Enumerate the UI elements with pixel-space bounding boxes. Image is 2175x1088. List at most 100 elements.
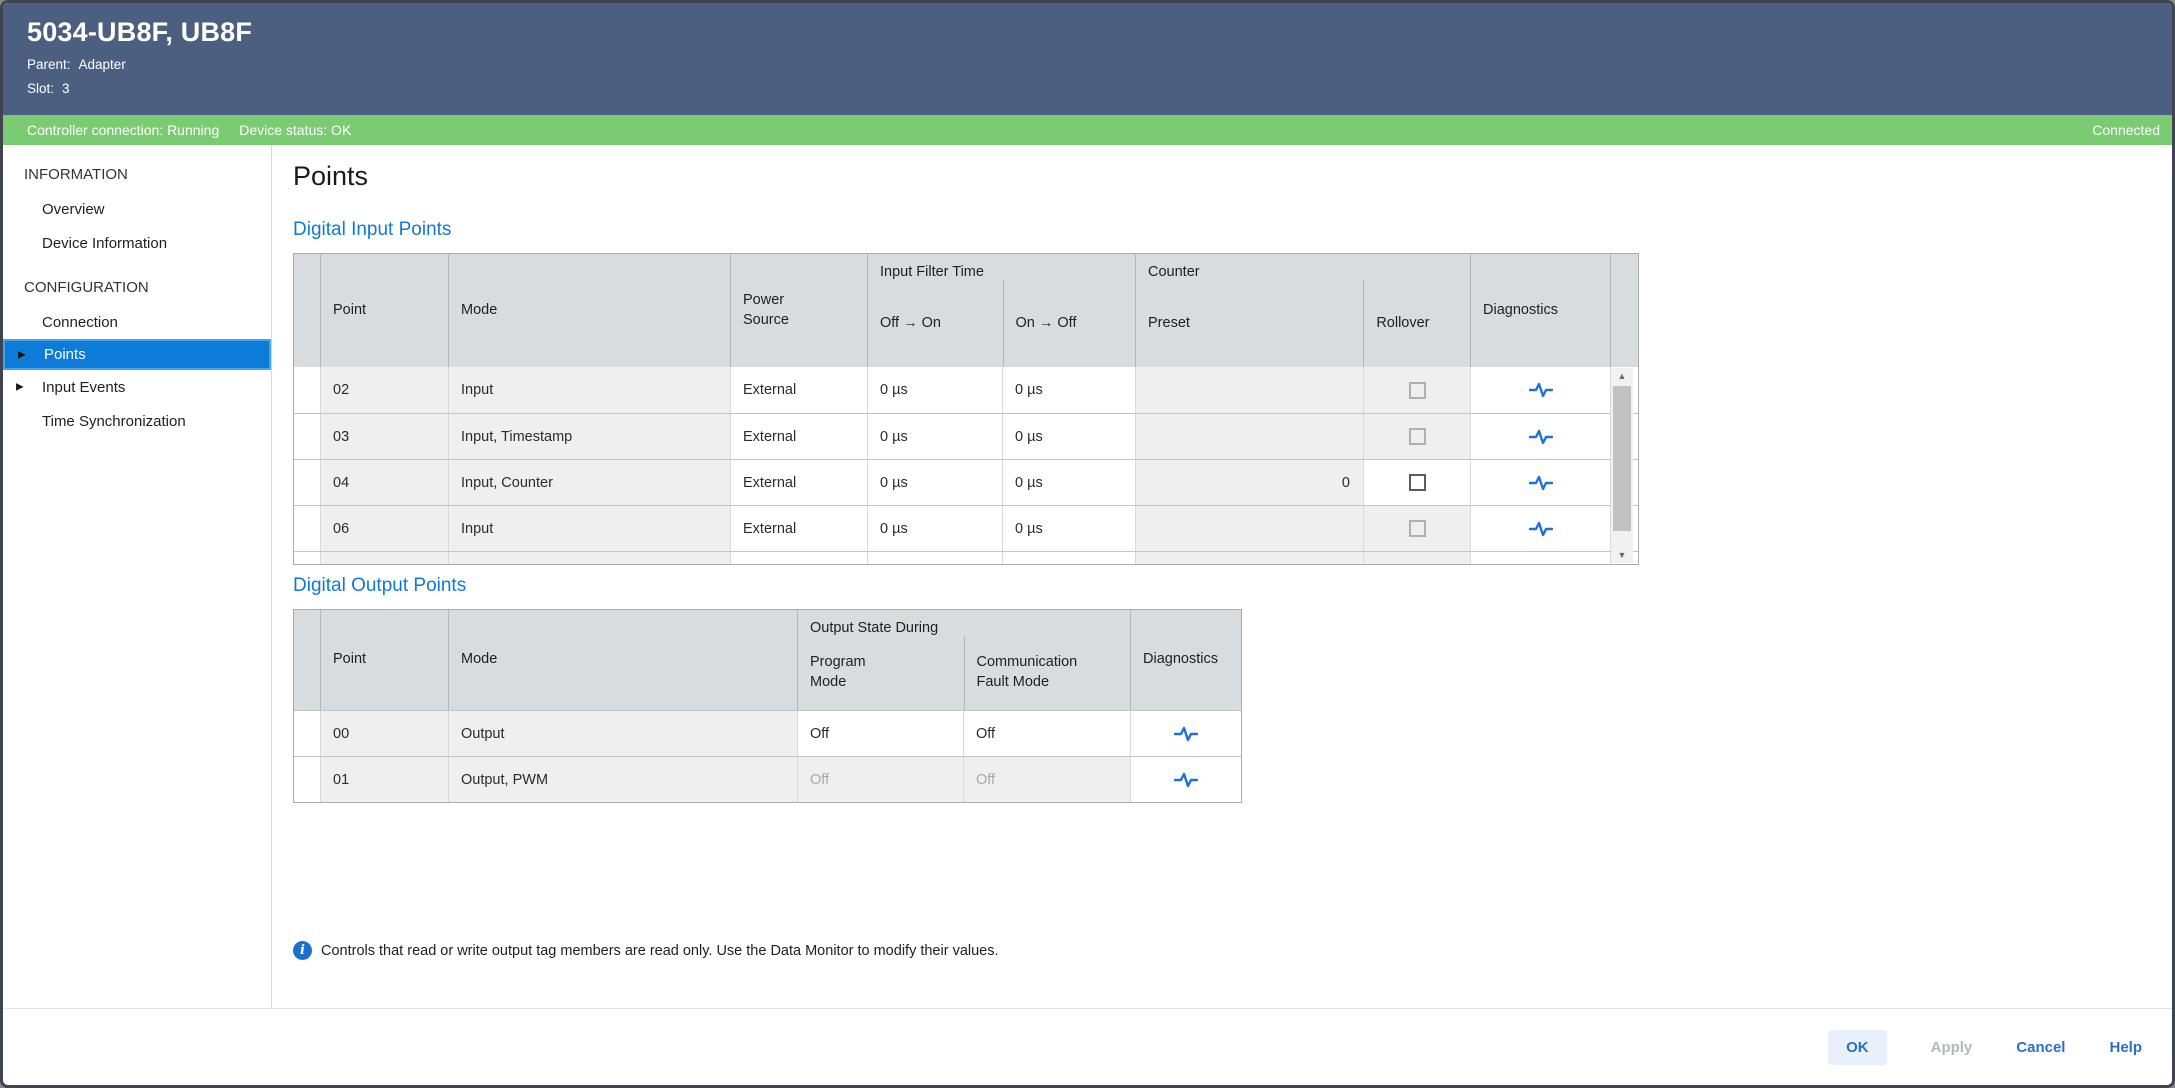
- table-row: 06 Input External 0 µs 0 µs: [294, 505, 1638, 551]
- sidebar-item-label: Connection: [42, 314, 118, 331]
- expand-arrow-icon[interactable]: ▶: [18, 349, 26, 360]
- off-on-cell[interactable]: 0 µs: [868, 552, 1003, 564]
- diagnostics-cell[interactable]: [1471, 414, 1611, 459]
- cancel-button[interactable]: Cancel: [2016, 1039, 2065, 1056]
- off-on-cell[interactable]: 0 µs: [868, 460, 1003, 505]
- diagnostics-cell[interactable]: [1131, 711, 1241, 756]
- diagnostics-pulse-icon[interactable]: [1529, 380, 1553, 400]
- diagnostics-pulse-icon[interactable]: [1174, 770, 1198, 790]
- input-table-header: Point Mode Power Source Input Filter Tim…: [294, 254, 1638, 367]
- col-header-on-off: On → Off: [1004, 314, 1077, 334]
- on-off-cell[interactable]: 0 µs: [1003, 460, 1136, 505]
- scroll-down-arrow-icon[interactable]: ▼: [1611, 547, 1633, 563]
- mode-cell: Input: [449, 506, 731, 551]
- diagnostics-pulse-icon[interactable]: [1174, 724, 1198, 744]
- diagnostics-pulse-icon[interactable]: [1529, 473, 1553, 493]
- row-selector[interactable]: [294, 757, 321, 802]
- on-off-cell[interactable]: 0 µs: [1003, 367, 1136, 413]
- output-table-header: Point Mode Output State During Program M…: [294, 610, 1241, 710]
- digital-output-points-table: Point Mode Output State During Program M…: [293, 609, 1242, 803]
- sidebar-section-configuration: CONFIGURATION: [3, 270, 271, 305]
- col-header-rollover: Rollover: [1364, 314, 1429, 334]
- scrollbar-thumb[interactable]: [1613, 386, 1631, 531]
- sidebar-item-label: Points: [44, 346, 86, 363]
- scrollbar-header-spacer: [1611, 254, 1638, 367]
- preset-cell: [1136, 367, 1364, 413]
- help-button[interactable]: Help: [2109, 1039, 2142, 1056]
- col-header-mode: Mode: [449, 301, 497, 321]
- expand-arrow-icon[interactable]: ▶: [16, 382, 24, 393]
- on-off-cell[interactable]: 0 µs: [1003, 552, 1136, 564]
- preset-cell[interactable]: 0: [1136, 460, 1364, 505]
- sidebar-item-overview[interactable]: Overview: [3, 192, 271, 226]
- digital-input-points-heading[interactable]: Digital Input Points: [293, 219, 2172, 241]
- parent-label: Parent:: [27, 57, 71, 72]
- on-off-cell[interactable]: 0 µs: [1003, 506, 1136, 551]
- diagnostics-pulse-icon[interactable]: [1529, 519, 1553, 539]
- diagnostics-cell[interactable]: [1471, 460, 1611, 505]
- diagnostics-cell[interactable]: [1471, 506, 1611, 551]
- off-on-cell[interactable]: 0 µs: [868, 506, 1003, 551]
- ok-button[interactable]: OK: [1828, 1030, 1887, 1065]
- table-row: 04 Input, Counter External 0 µs 0 µs 0: [294, 459, 1638, 505]
- digital-input-points-table: Point Mode Power Source Input Filter Tim…: [293, 253, 1639, 565]
- off-on-cell[interactable]: 0 µs: [868, 367, 1003, 413]
- table-row: 00 Output Off Off: [294, 710, 1241, 756]
- rollover-checkbox: [1409, 520, 1426, 537]
- point-cell: 07: [321, 552, 449, 564]
- rollover-cell: [1364, 414, 1471, 459]
- diagnostics-pulse-icon[interactable]: [1529, 427, 1553, 447]
- sidebar-item-connection[interactable]: Connection: [3, 305, 271, 339]
- col-header-program-mode: Program Mode: [798, 653, 872, 692]
- diagnostics-cell[interactable]: [1131, 757, 1241, 802]
- rollover-cell: [1364, 506, 1471, 551]
- col-header-mode: Mode: [449, 650, 497, 670]
- device-status: Device status: OK: [239, 122, 351, 138]
- col-group-input-filter-time: Input Filter Time: [868, 254, 1135, 280]
- table-row: 03 Input, Timestamp External 0 µs 0 µs: [294, 413, 1638, 459]
- point-cell: 01: [321, 757, 449, 802]
- controller-connection-status: Controller connection: Running: [27, 122, 219, 138]
- point-cell: 04: [321, 460, 449, 505]
- sidebar-item-label: Input Events: [42, 379, 125, 396]
- row-selector[interactable]: [294, 414, 321, 459]
- preset-cell: [1136, 506, 1364, 551]
- col-header-preset: Preset: [1136, 314, 1190, 334]
- row-selector[interactable]: [294, 506, 321, 551]
- col-header-diagnostics: Diagnostics: [1471, 301, 1558, 321]
- digital-output-points-heading[interactable]: Digital Output Points: [293, 575, 2172, 597]
- sidebar-item-input-events[interactable]: ▶ Input Events: [3, 370, 271, 404]
- row-selector[interactable]: [294, 460, 321, 505]
- sidebar-item-points[interactable]: ▶ Points: [3, 339, 271, 370]
- diagnostics-cell[interactable]: [1471, 367, 1611, 413]
- sidebar-item-label: Time Synchronization: [42, 413, 186, 430]
- preset-cell: [1136, 414, 1364, 459]
- sidebar-item-device-information[interactable]: Device Information: [3, 226, 271, 260]
- apply-button[interactable]: Apply: [1931, 1039, 1973, 1056]
- off-on-cell[interactable]: 0 µs: [868, 414, 1003, 459]
- sidebar-item-label: Overview: [42, 201, 105, 218]
- parent-row: Parent: Adapter: [27, 57, 2148, 72]
- program-mode-cell[interactable]: Off: [798, 711, 964, 756]
- main-content: Points Digital Input Points Point Mode P…: [272, 145, 2172, 1008]
- point-cell: 03: [321, 414, 449, 459]
- slot-label: Slot:: [27, 81, 54, 96]
- diagnostics-cell[interactable]: [1471, 552, 1611, 564]
- sidebar: INFORMATION Overview Device Information …: [3, 145, 272, 1008]
- rollover-checkbox[interactable]: [1409, 474, 1426, 491]
- slot-row: Slot: 3: [27, 81, 2148, 96]
- row-selector[interactable]: [294, 711, 321, 756]
- col-header-power-source: Power Source: [731, 291, 793, 330]
- communication-fault-mode-cell[interactable]: Off: [964, 711, 1131, 756]
- vertical-scrollbar[interactable]: ▲ ▼: [1611, 368, 1633, 563]
- row-selector[interactable]: [294, 552, 321, 564]
- col-group-output-state-during: Output State During: [798, 610, 1130, 636]
- note-text: Controls that read or write output tag m…: [321, 943, 999, 959]
- row-selector[interactable]: [294, 367, 321, 413]
- sidebar-item-time-synchronization[interactable]: Time Synchronization: [3, 404, 271, 438]
- rollover-checkbox: [1409, 428, 1426, 445]
- on-off-cell[interactable]: 0 µs: [1003, 414, 1136, 459]
- mode-cell: Input: [449, 552, 731, 564]
- col-header-point: Point: [321, 650, 366, 670]
- scroll-up-arrow-icon[interactable]: ▲: [1611, 368, 1633, 384]
